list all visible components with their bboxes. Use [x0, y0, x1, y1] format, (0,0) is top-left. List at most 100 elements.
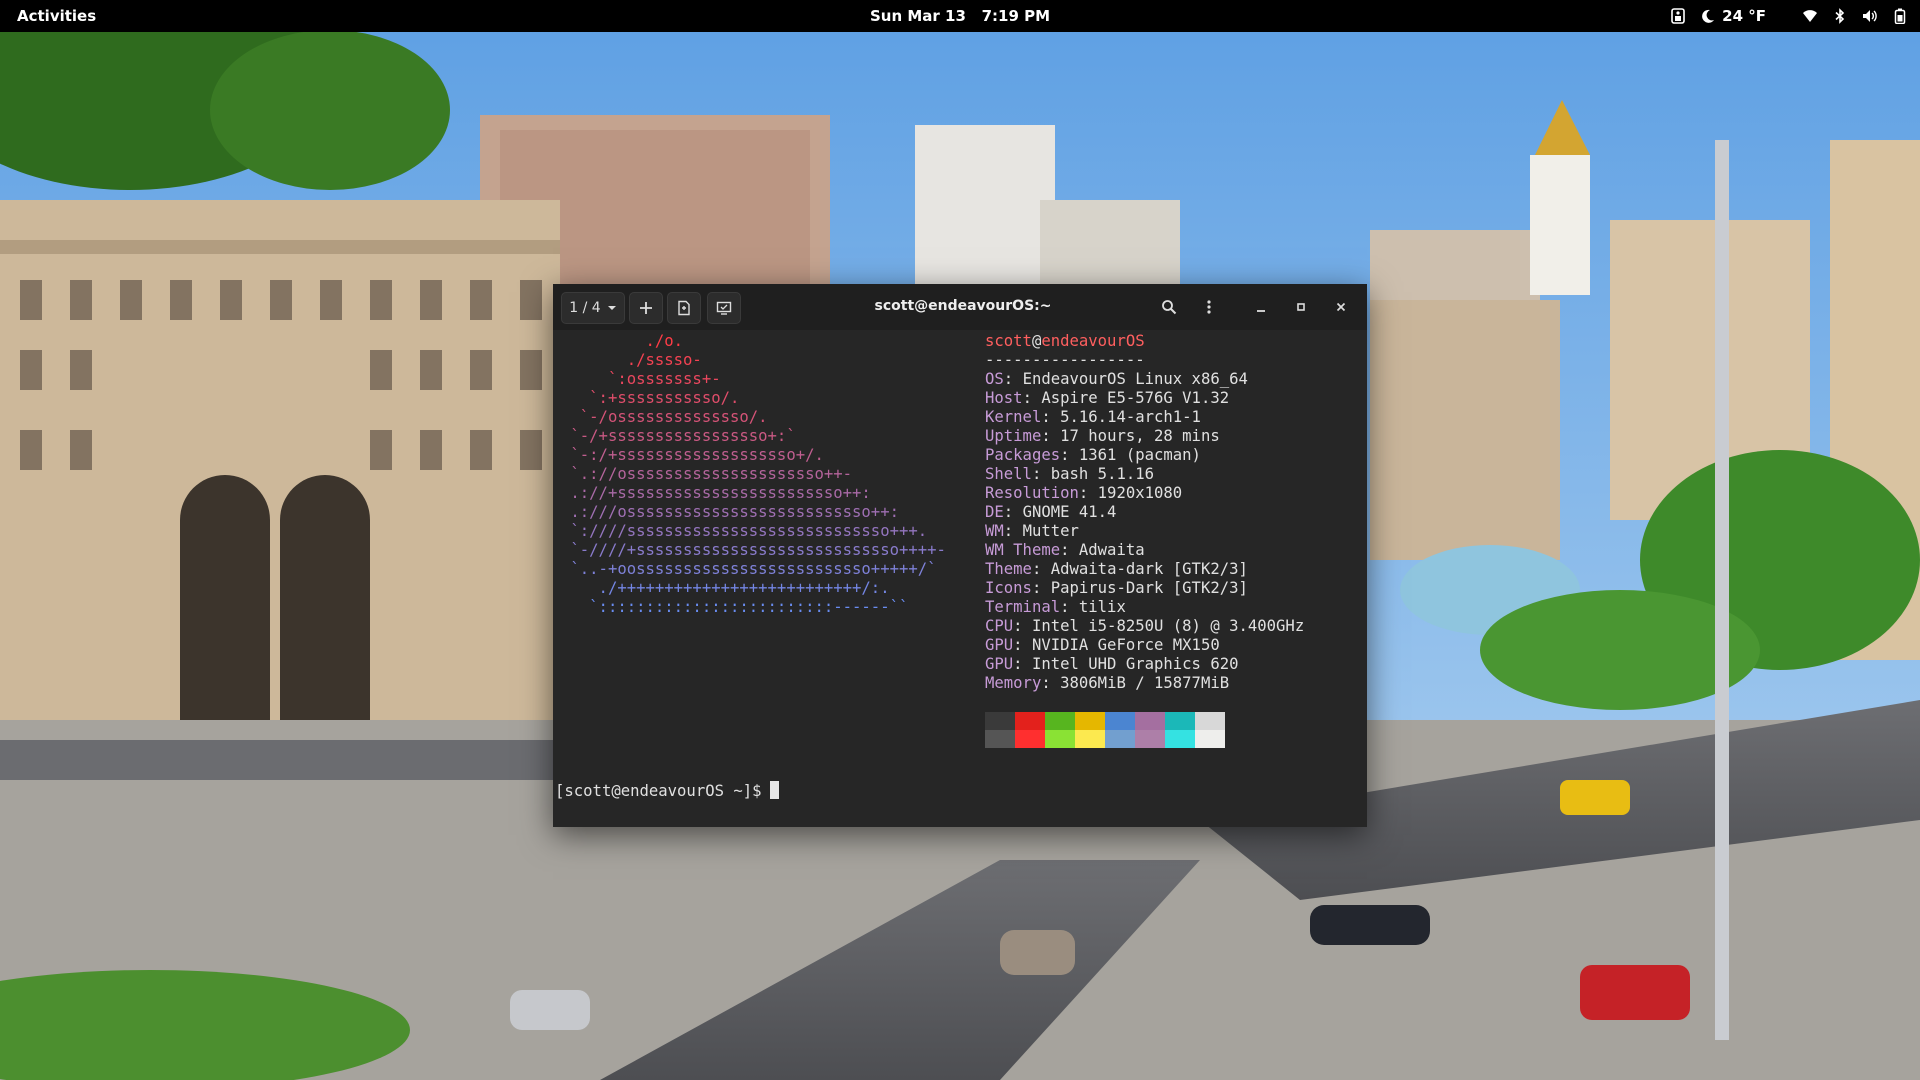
info-key: Terminal: [985, 598, 1061, 616]
info-row: Resolution: 1920x1080: [985, 484, 1183, 502]
info-value: Intel UHD Graphics 620: [1031, 655, 1239, 673]
ascii-logo-line: `-/+sssssssssssssssso+:`: [561, 427, 796, 445]
window-title: scott@endeavourOS:~: [874, 298, 1052, 314]
info-key: Host: [985, 389, 1023, 407]
info-value: Adwaita: [1078, 541, 1145, 559]
split-icon: [678, 300, 690, 316]
info-key: OS: [985, 370, 1004, 388]
info-value: bash 5.1.16: [1050, 465, 1155, 483]
add-session-button[interactable]: [629, 292, 663, 324]
info-value: 1920x1080: [1097, 484, 1183, 502]
bluetooth-icon[interactable]: [1832, 8, 1848, 24]
info-key: Uptime: [985, 427, 1042, 445]
ascii-logo-line: ./o.: [561, 332, 684, 350]
info-value: 1361 (pacman): [1078, 446, 1201, 464]
system-tray[interactable]: 24 °F: [1670, 4, 1908, 28]
info-row: Host: Aspire E5-576G V1.32: [985, 389, 1230, 407]
info-value: 3806MiB / 15877MiB: [1060, 674, 1230, 692]
session-switcher-button[interactable]: 1 / 4: [561, 292, 625, 324]
info-row: WM: Mutter: [985, 522, 1079, 540]
info-row: CPU: Intel i5-8250U (8) @ 3.400GHz: [985, 617, 1305, 635]
clock-time: 7:19 PM: [981, 7, 1051, 25]
info-row: GPU: NVIDIA GeForce MX150: [985, 636, 1220, 654]
terminal-content[interactable]: ./o. ./sssso- `:osssssss+- `:+ssssssssss…: [553, 330, 1367, 827]
terminal-headerbar[interactable]: 1 / 4 scott@endeavourOS:~: [553, 284, 1367, 330]
info-row: OS: EndeavourOS Linux x86_64: [985, 370, 1248, 388]
info-key: CPU: [985, 617, 1014, 635]
session-label: 1 / 4: [569, 300, 601, 316]
ascii-logo-line: `:+sssssssssso/.: [561, 389, 740, 407]
top-bar: Activities Sun Mar 13 7:19 PM 24 °F: [0, 0, 1920, 32]
shell-prompt-line[interactable]: [scott@endeavourOS ~]$: [555, 781, 779, 801]
color-palette: [985, 712, 1225, 748]
sync-input-button[interactable]: [707, 292, 741, 324]
info-row: Kernel: 5.16.14-arch1-1: [985, 408, 1201, 426]
color-swatch: [1075, 712, 1105, 748]
info-row: Packages: 1361 (pacman): [985, 446, 1201, 464]
ascii-logo-line: ./sssso-: [561, 351, 702, 369]
user-host-line: scott@endeavourOS: [985, 332, 1145, 350]
activities-button[interactable]: Activities: [17, 7, 96, 25]
ascii-logo-line: `:osssssss+-: [561, 370, 721, 388]
info-value: EndeavourOS Linux x86_64: [1022, 370, 1248, 388]
username: scott: [985, 332, 1032, 350]
info-value: GNOME 41.4: [1022, 503, 1117, 521]
weather-indicator[interactable]: 24 °F: [1700, 7, 1766, 25]
info-key: Kernel: [985, 408, 1042, 426]
close-button[interactable]: [1327, 292, 1355, 322]
clock: Sun Mar 13 7:19 PM: [0, 7, 1920, 25]
maximize-icon: [1297, 303, 1305, 311]
maximize-button[interactable]: [1287, 292, 1315, 322]
info-row: Uptime: 17 hours, 28 mins: [985, 427, 1220, 445]
color-swatch: [985, 712, 1015, 748]
info-value: Mutter: [1022, 522, 1079, 540]
info-value: tilix: [1078, 598, 1126, 616]
color-swatch: [1165, 712, 1195, 748]
info-row: Memory: 3806MiB / 15877MiB: [985, 674, 1230, 692]
info-value: NVIDIA GeForce MX150: [1031, 636, 1220, 654]
menu-button[interactable]: [1193, 292, 1225, 322]
plus-icon: [640, 302, 652, 314]
info-value: Aspire E5-576G V1.32: [1041, 389, 1230, 407]
info-key: Resolution: [985, 484, 1079, 502]
ascii-logo-line: `-////+ssssssssssssssssssssssssssso++++-: [561, 541, 946, 559]
volume-icon[interactable]: [1862, 8, 1878, 24]
info-key: DE: [985, 503, 1004, 521]
minimize-icon: [1257, 310, 1265, 312]
ascii-logo-line: `:////ssssssssssssssssssssssssssso+++.: [561, 522, 928, 540]
chevron-down-icon: [607, 306, 616, 310]
clock-date: Sun Mar 13: [869, 7, 966, 25]
find-button[interactable]: [1153, 292, 1185, 322]
terminal-window[interactable]: 1 / 4 scott@endeavourOS:~ ./o. ./sssso- …: [553, 284, 1367, 827]
ascii-logo-line: .://+ssssssssssssssssssssssso++:: [561, 484, 871, 502]
weather-moon-icon: [1702, 9, 1715, 23]
ascii-logo-line: `.://osssssssssssssssssssso++-: [561, 465, 853, 483]
info-key: GPU: [985, 655, 1014, 673]
kebab-menu-icon: [1207, 300, 1211, 314]
battery-icon[interactable]: [1892, 8, 1908, 24]
minimize-button[interactable]: [1247, 292, 1275, 322]
info-row: Shell: bash 5.1.16: [985, 465, 1155, 483]
search-icon: [1162, 300, 1177, 315]
info-value: Adwaita-dark [GTK2/3]: [1050, 560, 1248, 578]
color-swatch: [1045, 712, 1075, 748]
wifi-icon[interactable]: [1802, 8, 1818, 24]
info-key: Shell: [985, 465, 1032, 483]
info-row: Theme: Adwaita-dark [GTK2/3]: [985, 560, 1248, 578]
split-terminal-button[interactable]: [667, 292, 701, 324]
info-value: Intel i5-8250U (8) @ 3.400GHz: [1031, 617, 1305, 635]
info-key: WM: [985, 522, 1004, 540]
ascii-logo-line: `:::::::::::::::::::::::::------``: [561, 598, 909, 616]
accessibility-icon[interactable]: [1670, 8, 1686, 24]
info-row: Terminal: tilix: [985, 598, 1126, 616]
info-row: GPU: Intel UHD Graphics 620: [985, 655, 1239, 673]
ascii-logo-line: `-:/+sssssssssssssssssso+/.: [561, 446, 824, 464]
color-swatch: [1015, 712, 1045, 748]
shell-prompt: [scott@endeavourOS ~]$: [555, 782, 762, 800]
weather-temperature: 24 °F: [1722, 7, 1766, 25]
ascii-logo-line: `-/ossssssssssssso/.: [561, 408, 768, 426]
ascii-logo-line: ./++++++++++++++++++++++++++/:.: [561, 579, 890, 597]
info-value: Papirus-Dark [GTK2/3]: [1050, 579, 1248, 597]
monitor-icon: [716, 301, 732, 315]
clock-button[interactable]: Sun Mar 13 7:19 PM: [870, 7, 1050, 25]
